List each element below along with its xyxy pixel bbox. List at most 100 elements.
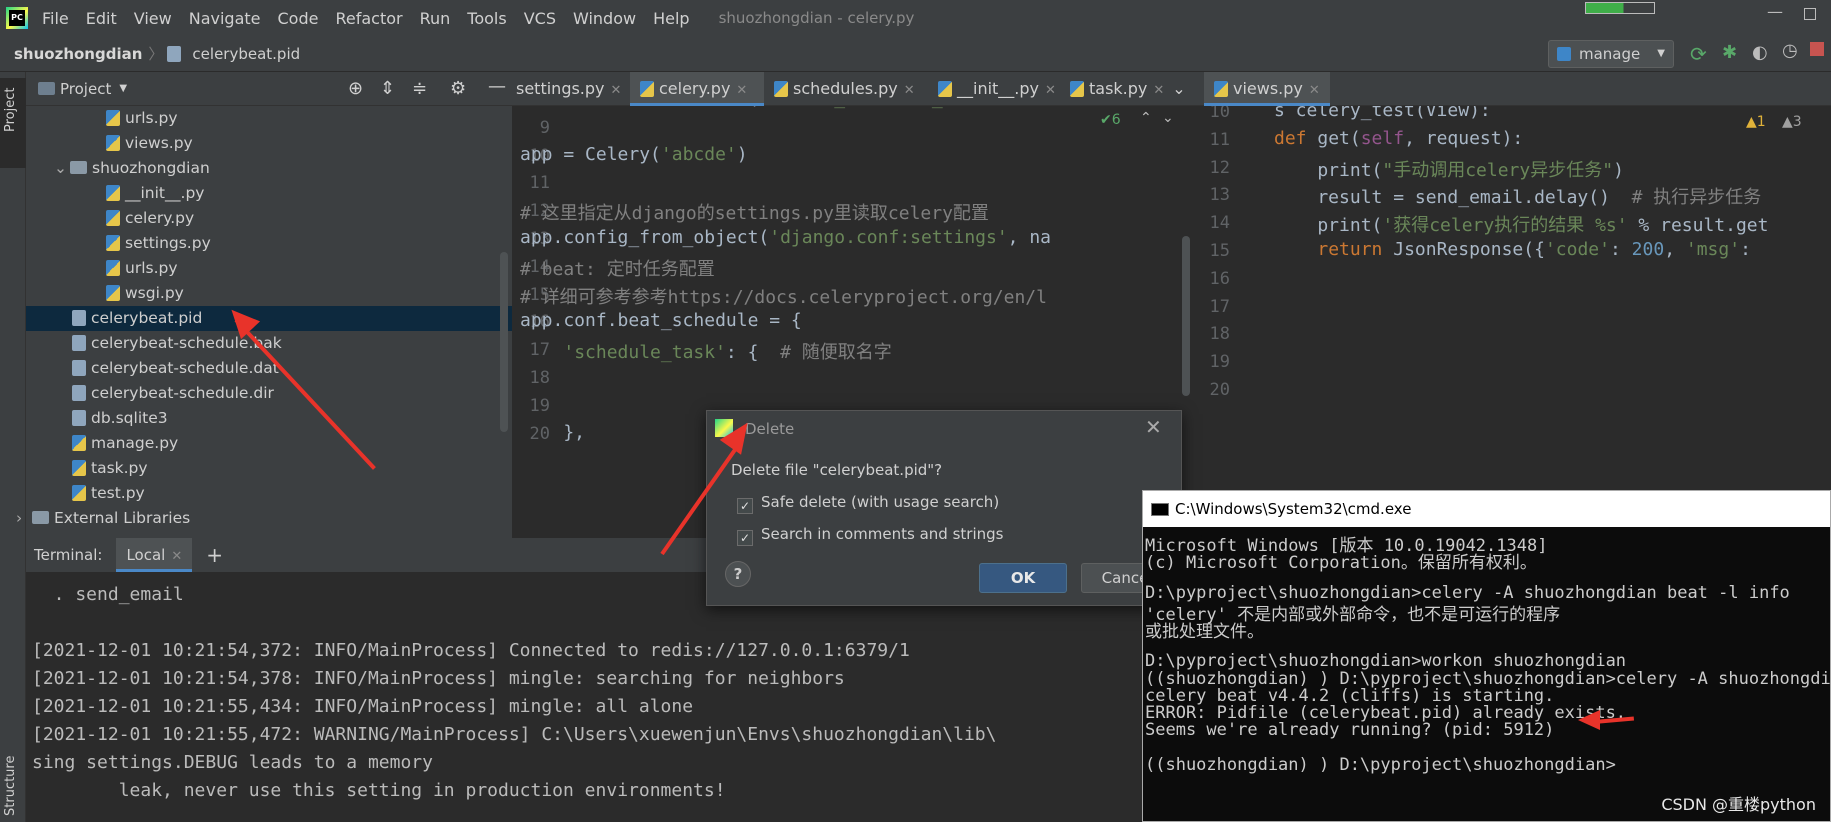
- cmd-line: Seems we're already running? (pid: 5912): [1145, 720, 1555, 741]
- tab-schedules-py[interactable]: schedules.py ✕: [764, 72, 928, 106]
- close-icon[interactable]: ✕: [1045, 83, 1056, 98]
- memory-indicator: [1585, 2, 1655, 14]
- editor-scrollbar[interactable]: [1182, 236, 1190, 396]
- code-line[interactable]: 'schedule_task': { # 随便取名字: [520, 338, 891, 364]
- coverage-icon[interactable]: ◐: [1752, 42, 1768, 63]
- python-file-icon: [106, 210, 120, 226]
- code-line[interactable]: s celery_test(View):: [1274, 106, 1491, 121]
- tree-item[interactable]: urls.py: [26, 106, 512, 131]
- close-icon[interactable]: ✕: [1153, 83, 1164, 98]
- menu-edit[interactable]: Edit: [86, 9, 117, 28]
- tab-views-py[interactable]: views.py ✕: [1204, 72, 1330, 106]
- help-button[interactable]: ?: [725, 561, 751, 587]
- code-line[interactable]: return JsonResponse({'code': 200, 'msg':: [1274, 239, 1751, 260]
- tab-settings-py[interactable]: settings.py ✕: [512, 72, 630, 106]
- search-comments-checkbox[interactable]: ✓ Search in comments and strings: [737, 525, 1003, 546]
- tree-item-label: settings.py: [125, 234, 211, 252]
- chevron-right-icon[interactable]: ›: [16, 506, 32, 531]
- minimize-icon[interactable]: —: [1767, 2, 1783, 21]
- inspection-ok-indicator[interactable]: ✔6: [1100, 112, 1121, 128]
- project-scrollbar[interactable]: [500, 252, 508, 432]
- tree-item[interactable]: db.sqlite3: [26, 406, 512, 431]
- add-terminal-icon[interactable]: +: [206, 543, 223, 567]
- close-icon[interactable]: ✕: [611, 83, 622, 98]
- line-number: 20: [1209, 380, 1230, 400]
- tree-item[interactable]: celery.py: [26, 206, 512, 231]
- tree-item[interactable]: wsgi.py: [26, 281, 512, 306]
- project-tool-tab[interactable]: Project: [0, 78, 26, 168]
- collapse-all-icon[interactable]: ≑: [412, 78, 427, 99]
- tabs-overflow-icon[interactable]: ⌄: [1164, 72, 1194, 106]
- project-panel-title[interactable]: Project: [60, 80, 111, 98]
- breadcrumb-file[interactable]: celerybeat.pid: [192, 45, 300, 63]
- code-line[interactable]: result = send_email.delay() # 执行异步任务: [1274, 183, 1761, 209]
- weak-warning-count[interactable]: ▲3: [1782, 114, 1802, 130]
- tree-item[interactable]: › External Libraries: [16, 506, 512, 531]
- tree-item[interactable]: test.py: [26, 481, 512, 506]
- menu-tools[interactable]: Tools: [467, 9, 506, 28]
- safe-delete-checkbox[interactable]: ✓ Safe delete (with usage search): [737, 493, 999, 514]
- menu-vcs[interactable]: VCS: [524, 9, 556, 28]
- expand-all-icon[interactable]: ⇕: [380, 78, 395, 99]
- chevron-up-icon[interactable]: ⌃: [1140, 110, 1152, 126]
- tree-item[interactable]: celerybeat-schedule.dir: [26, 381, 512, 406]
- chevron-down-icon[interactable]: ⌄: [1162, 110, 1174, 126]
- code-line[interactable]: app.config_from_object('django.conf:sett…: [520, 227, 1051, 248]
- terminal-tab-local[interactable]: Local ✕: [116, 538, 193, 572]
- menu-refactor[interactable]: Refactor: [335, 9, 402, 28]
- code-line[interactable]: # 详细可参考参考https://docs.celeryproject.org/…: [520, 283, 1047, 309]
- tree-item-selected[interactable]: celerybeat.pid: [26, 306, 512, 331]
- python-file-icon: [106, 235, 120, 251]
- chevron-down-icon[interactable]: ▼: [119, 83, 127, 94]
- menu-file[interactable]: File: [42, 9, 69, 28]
- python-file-icon: [72, 435, 86, 451]
- tree-item[interactable]: views.py: [26, 131, 512, 156]
- close-icon[interactable]: ✕: [736, 83, 747, 98]
- ok-button[interactable]: OK: [979, 563, 1067, 593]
- editor-views-py[interactable]: 10 s celery_test(View): 11 def get(self, re…: [1192, 106, 1831, 486]
- tree-item[interactable]: settings.py: [26, 231, 512, 256]
- code-line[interactable]: app.conf.beat_schedule = {: [520, 310, 802, 331]
- close-icon[interactable]: ✕: [171, 549, 182, 564]
- code-line[interactable]: print("手动调用celery异步任务"): [1274, 156, 1624, 182]
- run-config-select[interactable]: manage ▼: [1548, 40, 1674, 68]
- close-icon[interactable]: ✕: [1309, 83, 1320, 98]
- code-line[interactable]: },: [520, 422, 585, 443]
- tree-item[interactable]: task.py: [26, 456, 512, 481]
- chevron-down-icon[interactable]: ⌄: [54, 156, 70, 181]
- close-icon[interactable]: ✕: [1145, 415, 1162, 439]
- tab-celery-py[interactable]: celery.py ✕: [630, 72, 764, 106]
- code-line[interactable]: print('获得celery执行的结果 %s' % result.get: [1274, 211, 1768, 237]
- structure-tool-label[interactable]: Structure: [3, 756, 18, 816]
- tree-item[interactable]: __init__.py: [26, 181, 512, 206]
- menu-navigate[interactable]: Navigate: [189, 9, 261, 28]
- file-icon: [72, 360, 86, 376]
- locate-icon[interactable]: ⊕: [348, 78, 363, 99]
- menu-window[interactable]: Window: [573, 9, 636, 28]
- close-icon[interactable]: ✕: [904, 83, 915, 98]
- maximize-icon[interactable]: [1804, 8, 1816, 20]
- tab-label: settings.py: [516, 79, 605, 98]
- code-line[interactable]: os.environ.setdefault('DJANGO_SETTINGS_M…: [520, 106, 964, 109]
- menu-code[interactable]: Code: [278, 9, 319, 28]
- tree-item[interactable]: manage.py: [26, 431, 512, 456]
- menu-help[interactable]: Help: [653, 9, 689, 28]
- tree-item[interactable]: celerybeat-schedule.dat: [26, 356, 512, 381]
- stop-icon[interactable]: [1810, 42, 1824, 56]
- code-line[interactable]: # 这里指定从django的settings.py里读取celery配置: [520, 199, 989, 225]
- breadcrumb-project[interactable]: shuozhongdian: [0, 45, 142, 63]
- menu-run[interactable]: Run: [420, 9, 451, 28]
- rerun-icon[interactable]: ⟳: [1690, 42, 1707, 66]
- profile-icon[interactable]: ◷: [1782, 40, 1798, 61]
- tab-init-py[interactable]: __init__.py ✕: [928, 72, 1060, 106]
- hide-panel-icon[interactable]: —: [488, 76, 506, 97]
- menu-view[interactable]: View: [134, 9, 172, 28]
- tree-item[interactable]: urls.py: [26, 256, 512, 281]
- warning-count[interactable]: ▲1: [1746, 114, 1766, 130]
- code-line[interactable]: app = Celery('abcde'): [520, 144, 748, 165]
- debug-icon[interactable]: ✱: [1722, 42, 1737, 63]
- code-line[interactable]: def get(self, request):: [1274, 128, 1523, 149]
- code-line[interactable]: # beat: 定时任务配置: [520, 255, 715, 281]
- tree-item[interactable]: ⌄ shuozhongdian: [26, 156, 512, 181]
- gear-icon[interactable]: ⚙: [450, 78, 466, 99]
